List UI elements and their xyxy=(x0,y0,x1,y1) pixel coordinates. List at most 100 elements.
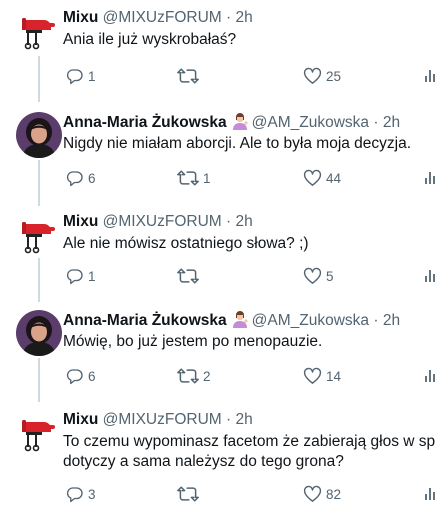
reply-count: 6 xyxy=(88,368,96,384)
reply-button[interactable]: 3 xyxy=(65,484,96,504)
separator-dot: · xyxy=(373,114,379,131)
reply-count: 6 xyxy=(88,170,96,186)
like-button[interactable]: 14 xyxy=(303,366,341,386)
tweet-text: Ale nie mówisz ostatniego słowa? ;) xyxy=(63,234,309,254)
reply-button[interactable]: 6 xyxy=(65,366,96,386)
author-name[interactable]: Mixu xyxy=(63,411,98,428)
avatar[interactable] xyxy=(16,310,62,356)
reply-count: 1 xyxy=(88,68,96,84)
tweet[interactable]: Mixu @MIXUzFORUM · 2h Ale nie mówisz ost… xyxy=(0,204,436,300)
mixer-icon xyxy=(22,420,55,452)
heart-icon xyxy=(303,267,322,284)
retweet-button[interactable]: 1 xyxy=(177,168,211,188)
reply-icon xyxy=(66,171,83,187)
tweet[interactable]: Mixu @MIXUzFORUM · 2h Ania ile już wyskr… xyxy=(0,0,436,104)
reply-icon xyxy=(66,69,83,85)
reply-icon xyxy=(66,269,83,285)
tweet-text-line: Ale nie mówisz ostatniego słowa? ;) xyxy=(63,235,309,252)
timestamp[interactable]: 2h xyxy=(235,213,252,230)
author-name[interactable]: Anna-Maria Żukowska xyxy=(63,312,227,329)
mixer-icon xyxy=(22,222,55,254)
avatar[interactable] xyxy=(16,8,62,54)
timestamp[interactable]: 2h xyxy=(383,114,400,131)
like-button[interactable]: 5 xyxy=(303,266,334,286)
person-tipping-hand-emoji xyxy=(232,311,248,328)
avatar[interactable] xyxy=(16,410,62,456)
separator-dot: · xyxy=(226,213,232,230)
like-count: 5 xyxy=(326,268,334,284)
avatar[interactable] xyxy=(16,212,62,258)
reply-count: 3 xyxy=(88,486,96,502)
author-handle[interactable]: @AM_Zukowska xyxy=(252,114,369,131)
retweet-icon xyxy=(177,68,199,84)
stats-icon[interactable] xyxy=(425,367,435,383)
heart-icon xyxy=(303,367,322,384)
heart-icon xyxy=(303,169,322,186)
person-tipping-hand-emoji xyxy=(232,113,248,130)
tweet-header: Anna-Maria Żukowska @AM_Zukowska · 2h xyxy=(63,310,400,331)
author-handle[interactable]: @MIXUzFORUM xyxy=(103,213,222,230)
reply-button[interactable]: 1 xyxy=(65,266,96,286)
tweet-text: To czemu wypominasz facetom że zabierają… xyxy=(63,432,435,472)
retweet-icon xyxy=(177,268,199,284)
author-handle[interactable]: @MIXUzFORUM xyxy=(103,411,222,428)
author-name[interactable]: Mixu xyxy=(63,9,98,26)
separator-dot: · xyxy=(226,411,232,428)
like-count: 44 xyxy=(326,170,342,186)
tweet-header: Mixu @MIXUzFORUM · 2h xyxy=(63,410,253,430)
action-bar: 1 5 xyxy=(63,266,436,286)
retweet-button[interactable] xyxy=(177,484,203,504)
tweet-text-line: Mówię, bo już jestem po menopauzie. xyxy=(63,333,323,350)
tweet-header: Mixu @MIXUzFORUM · 2h xyxy=(63,8,253,28)
author-name[interactable]: Anna-Maria Żukowska xyxy=(63,114,227,131)
heart-icon xyxy=(303,67,322,84)
avatar[interactable] xyxy=(16,112,62,158)
like-button[interactable]: 82 xyxy=(303,484,341,504)
tweet[interactable]: Anna-Maria Żukowska @AM_Zukowska · 2h Nig… xyxy=(0,104,436,204)
retweet-button[interactable] xyxy=(177,266,203,286)
tweet-text-line: To czemu wypominasz facetom że zabierają… xyxy=(63,433,436,450)
tweet-header: Mixu @MIXUzFORUM · 2h xyxy=(63,212,253,232)
retweet-icon xyxy=(177,368,199,384)
action-bar: 3 82 xyxy=(63,484,436,504)
profile-photo xyxy=(16,310,62,356)
separator-dot: · xyxy=(226,9,232,26)
reply-button[interactable]: 1 xyxy=(65,66,96,86)
tweet-text-line: Ania ile już wyskrobałaś? xyxy=(63,31,237,48)
tweet[interactable]: Mixu @MIXUzFORUM · 2h To czemu wypominas… xyxy=(0,402,436,508)
stats-icon[interactable] xyxy=(425,267,435,283)
tweet-text-line: Nigdy nie miałam aborcji. Ale to była mo… xyxy=(63,135,412,152)
tweet-text-line: dotyczy a sama należysz do tego grona? xyxy=(63,453,344,470)
action-bar: 6 1 44 xyxy=(63,168,436,188)
like-button[interactable]: 44 xyxy=(303,168,341,188)
reply-icon xyxy=(66,487,83,503)
reply-button[interactable]: 6 xyxy=(65,168,96,188)
timestamp[interactable]: 2h xyxy=(383,312,400,329)
tweet-text: Mówię, bo już jestem po menopauzie. xyxy=(63,332,322,352)
mixer-icon xyxy=(22,18,55,50)
author-handle[interactable]: @AM_Zukowska xyxy=(252,312,369,329)
stats-icon[interactable] xyxy=(425,67,435,83)
retweet-button[interactable]: 2 xyxy=(177,366,211,386)
like-count: 25 xyxy=(326,68,342,84)
stats-icon[interactable] xyxy=(425,169,435,185)
author-name[interactable]: Mixu xyxy=(63,213,98,230)
retweet-icon xyxy=(177,486,199,502)
tweet-text: Nigdy nie miałam aborcji. Ale to była mo… xyxy=(63,134,411,154)
reply-icon xyxy=(66,369,83,385)
retweet-button[interactable] xyxy=(177,66,203,86)
timestamp[interactable]: 2h xyxy=(235,411,252,428)
action-bar: 6 2 14 xyxy=(63,366,436,386)
separator-dot: · xyxy=(373,312,379,329)
timestamp[interactable]: 2h xyxy=(235,9,252,26)
like-button[interactable]: 25 xyxy=(303,66,341,86)
tweet[interactable]: Anna-Maria Żukowska @AM_Zukowska · 2h Mów… xyxy=(0,302,436,400)
retweet-count: 2 xyxy=(203,368,211,384)
reply-count: 1 xyxy=(88,268,96,284)
like-count: 14 xyxy=(326,368,342,384)
stats-icon[interactable] xyxy=(425,485,435,501)
action-bar: 1 25 xyxy=(63,66,436,86)
tweet-header: Anna-Maria Żukowska @AM_Zukowska · 2h xyxy=(63,112,400,133)
author-handle[interactable]: @MIXUzFORUM xyxy=(103,9,222,26)
heart-icon xyxy=(303,485,322,502)
